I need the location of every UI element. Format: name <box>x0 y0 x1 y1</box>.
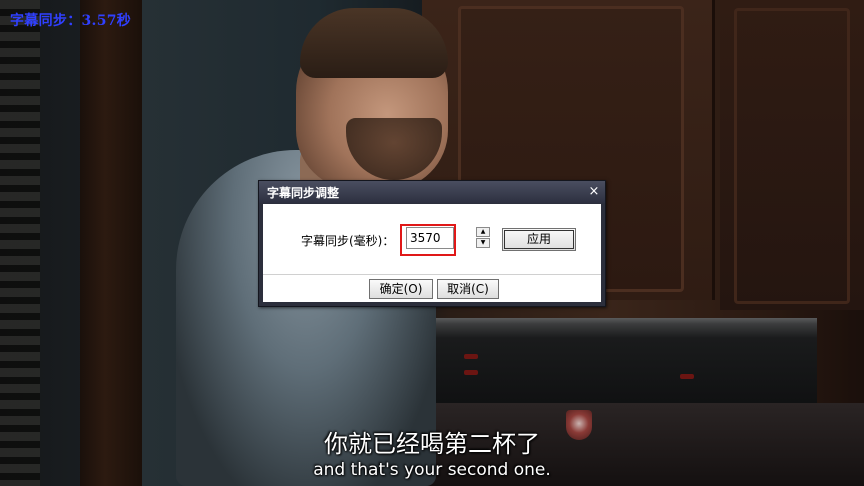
person-hair <box>300 8 448 78</box>
dialog-divider <box>263 274 601 275</box>
cancel-button[interactable]: 取消(C) <box>437 279 499 299</box>
sync-offset-spinner[interactable]: ▲ ▼ <box>476 227 490 249</box>
subtitle-sync-dialog: 字幕同步调整 × 字幕同步(毫秒)： ▲ ▼ 应用 确定(O) 取消(C) <box>258 180 606 307</box>
window-blinds <box>0 0 40 486</box>
spin-down-icon[interactable]: ▼ <box>476 238 490 248</box>
wooden-post <box>80 0 142 486</box>
dialog-body: 字幕同步(毫秒)： ▲ ▼ 应用 确定(O) 取消(C) <box>263 204 601 302</box>
stove <box>422 318 817 403</box>
ok-button[interactable]: 确定(O) <box>369 279 433 299</box>
dialog-titlebar[interactable]: 字幕同步调整 × <box>259 181 605 203</box>
sync-offset-label: 字幕同步(毫秒)： <box>301 234 395 248</box>
spin-up-icon[interactable]: ▲ <box>476 227 490 237</box>
subtitle-english: and that's your second one. <box>313 460 551 480</box>
upper-cabinet-right <box>720 0 864 310</box>
apply-button[interactable]: 应用 <box>502 228 576 251</box>
dialog-title: 字幕同步调整 <box>267 186 340 200</box>
close-icon[interactable]: × <box>585 183 603 201</box>
sync-offset-input[interactable] <box>406 227 454 249</box>
subtitle-chinese: 你就已经喝第二杯了 <box>324 430 540 458</box>
osd-sync-status: 字幕同步：3.57秒 <box>10 13 132 29</box>
media-player-window: 字幕同步：3.57秒 你就已经喝第二杯了 and that's your sec… <box>0 0 864 486</box>
